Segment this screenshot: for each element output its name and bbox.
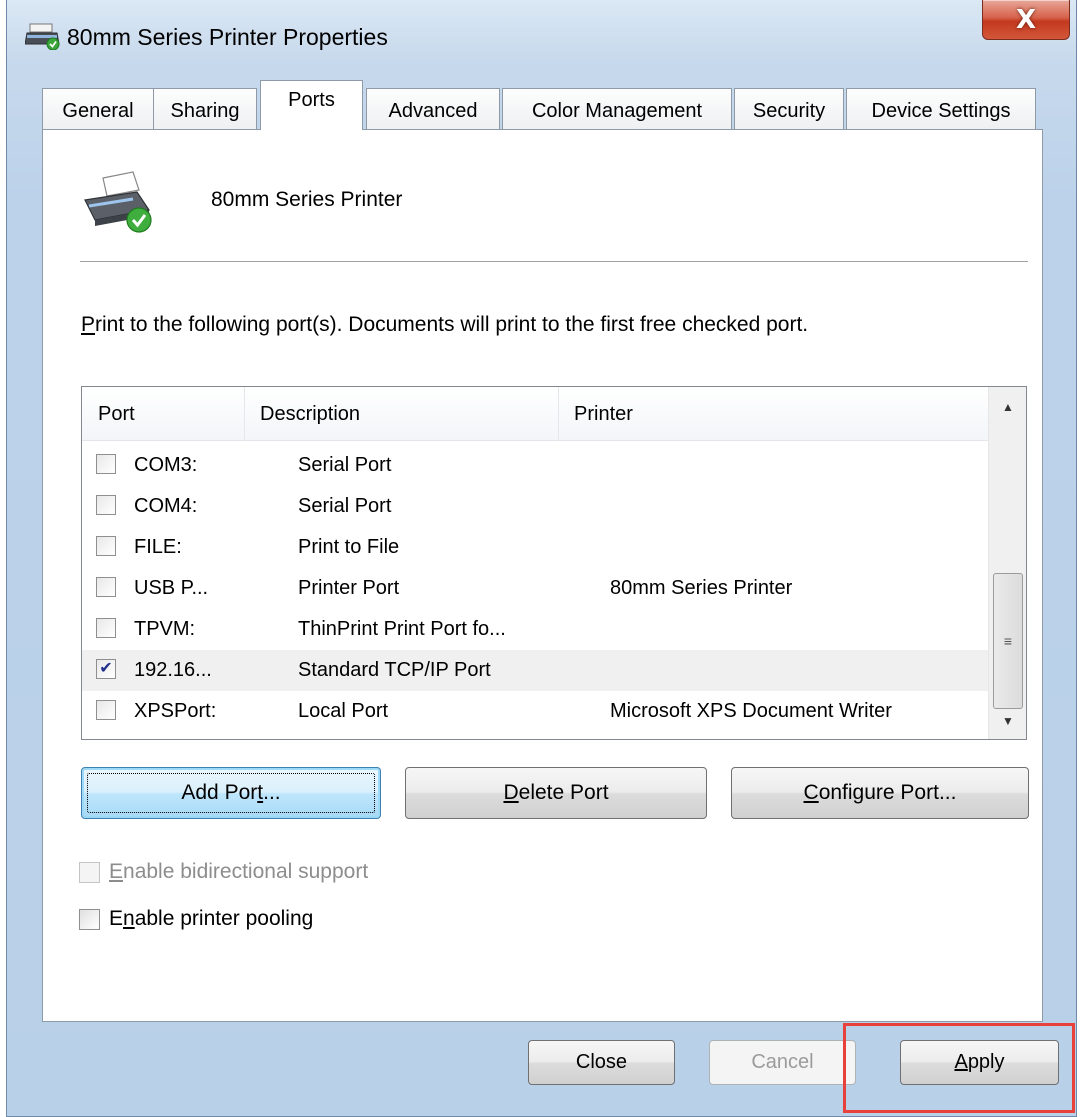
port-checkbox[interactable]	[96, 454, 116, 474]
tab-ports[interactable]: Ports	[260, 80, 363, 130]
port-cell: COM4:	[134, 495, 198, 517]
button-accel: C	[803, 781, 819, 804]
printer-name: 80mm Series Printer	[211, 188, 403, 211]
column-header-printer[interactable]: Printer	[558, 387, 988, 441]
port-checkbox[interactable]	[96, 495, 116, 515]
list-scrollbar[interactable]: ▲ ≡ ▼	[988, 387, 1026, 739]
cancel-button[interactable]: Cancel	[709, 1040, 856, 1085]
tab-color-management[interactable]: Color Management	[502, 88, 732, 129]
ports-tab-panel: 80mm Series Printer Print to the followi…	[42, 129, 1043, 1022]
tab-label: Security	[752, 99, 826, 122]
column-header-description[interactable]: Description	[244, 387, 558, 441]
scroll-up-arrow-icon[interactable]: ▲	[989, 389, 1026, 425]
description-cell: Print to File	[298, 536, 400, 558]
checkbox-box[interactable]	[79, 861, 100, 883]
button-text: Cancel	[751, 1051, 814, 1073]
apply-highlight-box	[843, 1023, 1075, 1113]
port-cell: XPSPort:	[134, 700, 217, 722]
port-row-xpsport[interactable]: XPSPort: Local Port Microsoft XPS Docume…	[82, 691, 988, 732]
tab-label: Advanced	[388, 99, 478, 122]
checkbox-box[interactable]	[79, 908, 100, 930]
port-row-usb[interactable]: USB P... Printer Port 80mm Series Printe…	[82, 568, 988, 609]
button-text: Close	[575, 1051, 628, 1073]
checkbox-label: able printer pooling	[134, 907, 314, 930]
title-bar[interactable]: 80mm Series Printer Properties X	[7, 0, 1076, 64]
description-cell: Standard TCP/IP Port	[298, 659, 491, 681]
configure-port-button[interactable]: Configure Port...	[731, 767, 1029, 819]
printer-icon	[84, 171, 152, 233]
tab-security[interactable]: Security	[734, 88, 844, 129]
tab-general[interactable]: General	[42, 88, 154, 129]
port-row-tcpip[interactable]: ✔ 192.16... Standard TCP/IP Port	[82, 650, 988, 691]
printer-icon	[25, 23, 60, 50]
description-cell: Printer Port	[298, 577, 400, 599]
description-cell: ThinPrint Print Port fo...	[298, 618, 506, 640]
tab-label: Sharing	[170, 99, 240, 122]
instructions-text: Print to the following port(s). Document…	[81, 310, 901, 340]
close-icon: X	[1015, 4, 1037, 35]
button-text: onfigure Port...	[818, 781, 957, 804]
port-row-tpvm[interactable]: TPVM: ThinPrint Print Port fo...	[82, 609, 988, 650]
printer-cell: Microsoft XPS Document Writer	[610, 700, 892, 722]
checkbox-accel: E	[109, 860, 124, 883]
tab-advanced[interactable]: Advanced	[366, 88, 500, 129]
instructions-rest: rint to the following port(s). Documents…	[95, 313, 809, 336]
port-cell: COM3:	[134, 454, 198, 476]
close-button[interactable]: Close	[528, 1040, 675, 1085]
tab-label: Ports	[288, 89, 335, 111]
description-cell: Serial Port	[298, 454, 392, 476]
description-cell: Local Port	[298, 700, 389, 722]
button-accel: D	[503, 781, 519, 804]
port-checkbox[interactable]: ✔	[96, 659, 116, 679]
scroll-down-arrow-icon[interactable]: ▼	[989, 703, 1026, 739]
tab-label: Color Management	[531, 99, 703, 122]
tab-sharing[interactable]: Sharing	[153, 88, 257, 129]
focus-rectangle	[87, 773, 375, 813]
checkbox-label: E	[109, 907, 124, 930]
checkbox-accel: n	[123, 907, 135, 930]
close-window-button[interactable]: X	[982, 0, 1070, 40]
bidirectional-support-checkbox[interactable]: Enable bidirectional support	[79, 860, 368, 884]
port-checkbox[interactable]	[96, 536, 116, 556]
printer-cell: 80mm Series Printer	[610, 577, 793, 599]
printer-properties-window: 80mm Series Printer Properties X General…	[6, 0, 1077, 1117]
tab-device-settings[interactable]: Device Settings	[846, 88, 1036, 129]
instructions-accel: P	[81, 313, 96, 336]
ports-list[interactable]: Port Description Printer COM3: Serial Po…	[81, 386, 1027, 740]
add-port-button[interactable]: Add Por t...	[81, 767, 381, 819]
printer-pooling-checkbox[interactable]: En able printer pooling	[79, 907, 313, 931]
port-row-file[interactable]: FILE: Print to File	[82, 527, 988, 568]
delete-port-button[interactable]: Delete Port	[405, 767, 707, 819]
separator	[80, 261, 1028, 262]
checkmark-icon: ✔	[99, 660, 113, 677]
column-header-port[interactable]: Port	[82, 387, 244, 441]
port-cell: FILE:	[134, 536, 182, 558]
list-header: Port Description Printer	[82, 387, 988, 441]
tab-label: General	[62, 99, 134, 122]
port-cell: 192.16...	[134, 659, 212, 681]
description-cell: Serial Port	[298, 495, 392, 517]
button-text: elete Port	[518, 781, 609, 804]
port-row-com4[interactable]: COM4: Serial Port	[82, 486, 988, 527]
window-title: 80mm Series Printer Properties	[67, 24, 388, 50]
port-checkbox[interactable]	[96, 618, 116, 638]
port-row-com3[interactable]: COM3: Serial Port	[82, 445, 988, 486]
port-cell: USB P...	[134, 577, 209, 599]
port-checkbox[interactable]	[96, 700, 116, 720]
port-checkbox[interactable]	[96, 577, 116, 597]
scrollbar-thumb[interactable]: ≡	[993, 573, 1023, 709]
port-cell: TPVM:	[134, 618, 196, 640]
tab-label: Device Settings	[871, 99, 1011, 122]
checkbox-label: nable bidirectional support	[123, 860, 369, 883]
